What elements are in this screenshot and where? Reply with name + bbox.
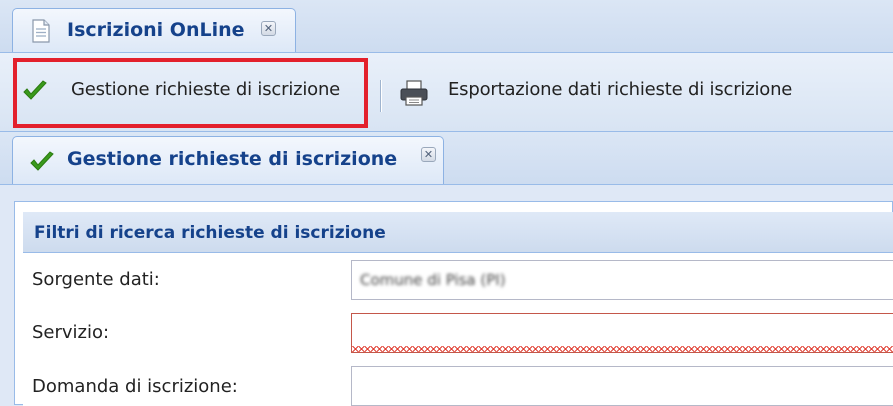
printer-icon bbox=[400, 80, 428, 106]
document-icon bbox=[32, 19, 50, 43]
inner-tab-bar: Gestione richieste di iscrizione ✕ bbox=[0, 132, 893, 185]
toolbar-separator bbox=[380, 80, 382, 112]
toolbar: Gestione richieste di iscrizione Esporta… bbox=[0, 53, 893, 132]
gestione-richieste-button[interactable]: Gestione richieste di iscrizione bbox=[16, 67, 364, 117]
tab-iscrizioni-online[interactable]: Iscrizioni OnLine ✕ bbox=[12, 8, 296, 52]
tab-gestione-richieste[interactable]: Gestione richieste di iscrizione ✕ bbox=[12, 136, 444, 184]
close-icon[interactable]: ✕ bbox=[421, 147, 436, 162]
esportazione-dati-button[interactable]: Esportazione dati richieste di iscrizion… bbox=[393, 67, 843, 117]
tab-label: Gestione richieste di iscrizione bbox=[67, 148, 398, 170]
checkmark-icon bbox=[23, 80, 47, 100]
panel-body: Sorgente dati: Comune di Pisa (PI) Servi… bbox=[23, 253, 893, 406]
checkmark-icon bbox=[30, 151, 54, 171]
gestione-richieste-label: Gestione richieste di iscrizione bbox=[71, 79, 341, 100]
tab-label: Iscrizioni OnLine bbox=[67, 19, 245, 41]
sorgente-dati-value: Comune di Pisa (PI) bbox=[360, 271, 506, 289]
servizio-label: Servizio: bbox=[32, 322, 110, 343]
content-area: Filtri di ricerca richieste di iscrizion… bbox=[0, 185, 893, 406]
panel-title: Filtri di ricerca richieste di iscrizion… bbox=[34, 223, 386, 243]
panel-header: Filtri di ricerca richieste di iscrizion… bbox=[23, 212, 893, 253]
servizio-field[interactable] bbox=[351, 313, 893, 353]
outer-tab-bar: Iscrizioni OnLine ✕ bbox=[0, 0, 893, 53]
domanda-iscrizione-field[interactable] bbox=[351, 366, 893, 406]
filter-panel: Filtri di ricerca richieste di iscrizion… bbox=[14, 201, 893, 406]
domanda-iscrizione-label: Domanda di iscrizione: bbox=[32, 376, 238, 397]
close-icon[interactable]: ✕ bbox=[261, 21, 276, 36]
esportazione-dati-label: Esportazione dati richieste di iscrizion… bbox=[448, 79, 793, 100]
sorgente-dati-label: Sorgente dati: bbox=[32, 269, 160, 290]
sorgente-dati-field[interactable]: Comune di Pisa (PI) bbox=[351, 260, 893, 300]
